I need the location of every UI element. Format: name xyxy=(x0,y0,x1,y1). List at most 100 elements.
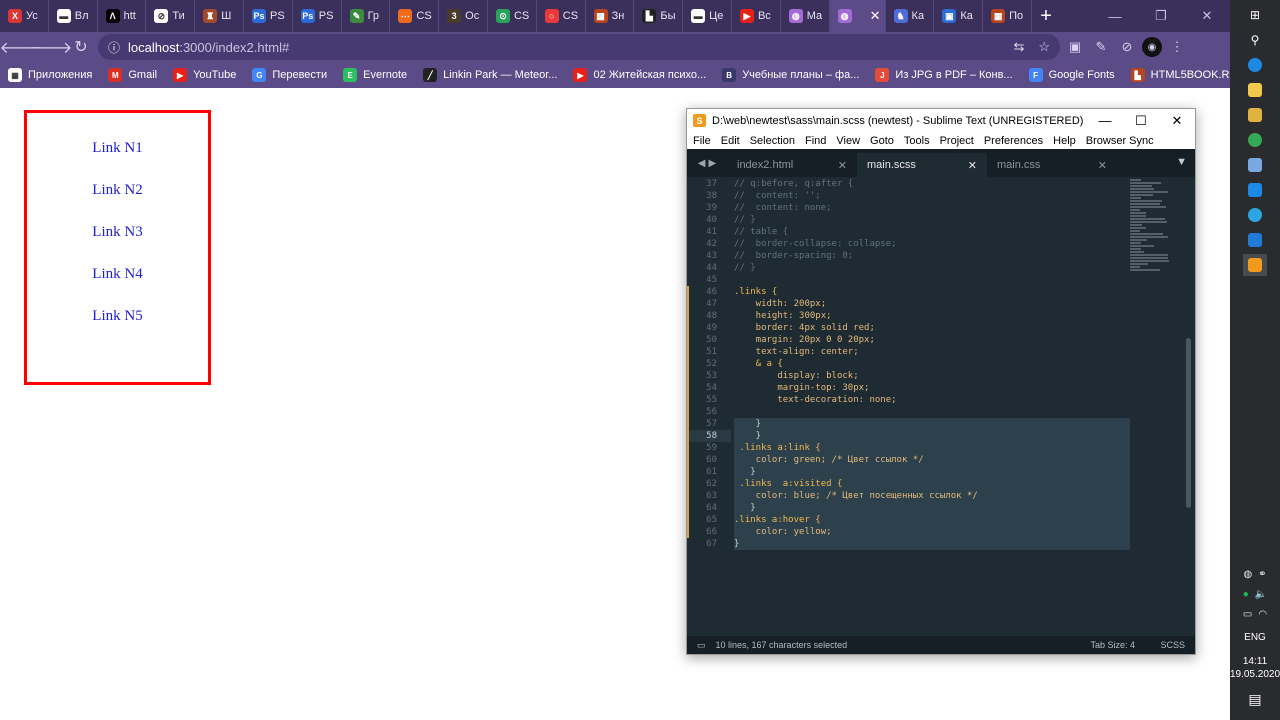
bookmark-item[interactable]: ╱ Linkin Park — Meteor... xyxy=(423,68,557,82)
browser-tab[interactable]: ▣ Ка xyxy=(934,0,983,32)
link-n4[interactable]: Link N4 xyxy=(27,266,208,283)
bookmark-item[interactable]: B Учебные планы – фа... xyxy=(722,68,859,82)
link-n3[interactable]: Link N3 xyxy=(27,224,208,241)
sublime-menu-item[interactable]: Tools xyxy=(904,135,930,147)
code-editor[interactable]: 37 38 39 40 41 42 43 44 45 46 47 48 49 50 51 52 53 54 55 56… xyxy=(687,178,1195,634)
tab-size-status[interactable]: Tab Size: 4 xyxy=(1090,640,1135,650)
bookmark-item[interactable]: M Gmail xyxy=(108,68,157,82)
sublime-menu-item[interactable]: Help xyxy=(1053,135,1076,147)
notifications-icon[interactable]: ▤ xyxy=(1248,691,1261,708)
browser-tab[interactable]: ♜ Ш xyxy=(195,0,244,32)
clock[interactable]: 14:11 19.05.2020 xyxy=(1230,655,1280,681)
sublime-menu-item[interactable]: Project xyxy=(940,135,974,147)
close-tab-icon[interactable]: ✕ xyxy=(870,8,881,24)
browser-tab[interactable]: Ps PS xyxy=(244,0,293,32)
extension-icon[interactable]: ▣ xyxy=(1064,36,1086,58)
search-icon[interactable]: ⚲ xyxy=(1243,29,1267,51)
close-tab-icon[interactable]: ✕ xyxy=(1098,159,1107,172)
bookmark-item[interactable]: ▶ 02 Житейская психо... xyxy=(573,68,706,82)
editor-scrollbar[interactable] xyxy=(1186,338,1191,508)
tab-scroll-arrows[interactable]: ◀ ▶ xyxy=(687,149,727,177)
blocked-extension-icon[interactable]: ⊘ xyxy=(1116,36,1138,58)
sublime-maximize-button[interactable]: ☐ xyxy=(1123,113,1159,129)
wifi-icon[interactable]: ◠ xyxy=(1258,609,1267,620)
vscode-icon[interactable] xyxy=(1243,229,1267,251)
bookmark-item[interactable]: ▦ Приложения xyxy=(8,68,92,82)
browser-tab[interactable]: ▙ Бы xyxy=(634,0,683,32)
close-tab-icon[interactable]: ✕ xyxy=(838,159,847,172)
sublime-menu-item[interactable]: Goto xyxy=(870,135,894,147)
bookmark-item[interactable]: F Google Fonts xyxy=(1029,68,1115,82)
close-tab-icon[interactable]: ✕ xyxy=(968,159,977,172)
battery-icon[interactable]: ▭ xyxy=(1243,609,1252,620)
bookmark-item[interactable]: J Из JPG в PDF – Конв... xyxy=(875,68,1012,82)
bookmark-star-icon[interactable]: ☆ xyxy=(1038,39,1050,55)
sublime-menu-item[interactable]: Find xyxy=(805,135,826,147)
windows-start-icon[interactable]: ⊞ xyxy=(1243,4,1267,26)
telegram-icon[interactable] xyxy=(1243,204,1267,226)
url-bar[interactable]: ⓘ localhost:3000/index2.html# ⇆ ☆ xyxy=(98,34,1060,60)
link-icon[interactable]: ⚭ xyxy=(1258,569,1266,580)
browser-tab[interactable]: ◍ Ма xyxy=(781,0,830,32)
sublime-close-button[interactable]: ✕ xyxy=(1159,113,1195,129)
close-window-button[interactable]: ✕ xyxy=(1184,0,1230,32)
new-tab-button[interactable]: + xyxy=(1032,0,1060,32)
tab-dropdown-icon[interactable]: ▼ xyxy=(1176,156,1187,168)
menu-kebab-icon[interactable]: ⋮ xyxy=(1166,36,1188,58)
spotify-icon[interactable]: ● xyxy=(1243,589,1249,600)
browser-tab[interactable]: ○ CS xyxy=(537,0,586,32)
forward-button[interactable]: 🡒 xyxy=(38,34,64,60)
panel-toggle-icon[interactable]: ▭ xyxy=(697,640,706,651)
bookmark-item[interactable]: ▶ YouTube xyxy=(173,68,236,82)
link-n1[interactable]: Link N1 xyxy=(27,140,208,157)
code-area[interactable]: // q:before, q:after {// content: ''; // … xyxy=(734,178,1130,634)
browser-tab[interactable]: ▦ Зн xyxy=(586,0,635,32)
edge-icon[interactable] xyxy=(1243,54,1267,76)
info-icon[interactable]: ⓘ xyxy=(108,39,120,56)
store-icon[interactable] xyxy=(1243,79,1267,101)
reload-button[interactable]: ↻ xyxy=(68,34,94,60)
sublime-menu-item[interactable]: Browser Sync xyxy=(1086,135,1154,147)
chrome-icon[interactable] xyxy=(1243,129,1267,151)
browser-tab[interactable]: ◍ ✕ xyxy=(830,0,886,32)
sublime-minimize-button[interactable]: — xyxy=(1087,113,1123,129)
sublime-menu-item[interactable]: View xyxy=(836,135,860,147)
translate-icon[interactable]: ⇆ xyxy=(1013,39,1024,55)
volume-icon[interactable]: 🔈 xyxy=(1255,589,1267,600)
browser-tab[interactable]: ♞ Ка xyxy=(886,0,935,32)
tab-main-scss[interactable]: main.scss ✕ xyxy=(857,153,987,177)
sublime-menu-item[interactable]: Edit xyxy=(721,135,740,147)
profile-avatar[interactable]: ◉ xyxy=(1142,37,1162,57)
browser-tab[interactable]: ⊘ Ти xyxy=(146,0,195,32)
browser-tab[interactable]: ▶ Вс xyxy=(732,0,781,32)
browser-tab[interactable]: ⋯ CS xyxy=(390,0,439,32)
browser-tab[interactable]: ▬ Вл xyxy=(49,0,98,32)
syntax-status[interactable]: SCSS xyxy=(1145,640,1185,650)
bookmark-item[interactable]: G Перевести xyxy=(252,68,327,82)
sublime-menu-item[interactable]: Selection xyxy=(750,135,795,147)
link-n2[interactable]: Link N2 xyxy=(27,182,208,199)
file-explorer-icon[interactable] xyxy=(1243,104,1267,126)
feather-extension-icon[interactable]: ✎ xyxy=(1090,36,1112,58)
sublime-menu-item[interactable]: Preferences xyxy=(984,135,1043,147)
browser-tab[interactable]: Λhtt xyxy=(98,0,147,32)
sublime-taskbar-icon[interactable] xyxy=(1243,254,1267,276)
maximize-button[interactable]: ❐ xyxy=(1138,0,1184,32)
tab-index2-html[interactable]: index2.html ✕ xyxy=(727,153,857,177)
minimize-button[interactable]: — xyxy=(1092,0,1138,32)
link-n5[interactable]: Link N5 xyxy=(27,308,208,325)
sublime-menu-item[interactable]: File xyxy=(693,135,711,147)
browser-tab[interactable]: ✎ Гр xyxy=(342,0,391,32)
browser-tab[interactable]: Ps PS xyxy=(293,0,342,32)
tab-main-css[interactable]: main.css ✕ xyxy=(987,153,1117,177)
network-globe-icon[interactable]: ◍ xyxy=(1243,569,1252,580)
browser-tab[interactable]: ▬ Це xyxy=(683,0,732,32)
browser-tab[interactable]: ⊙ CS xyxy=(488,0,537,32)
browser-tab[interactable]: ▦ По xyxy=(983,0,1032,32)
bookmark-item[interactable]: E Evernote xyxy=(343,68,407,82)
browser-tab[interactable]: X Ус xyxy=(0,0,49,32)
photos-icon[interactable] xyxy=(1243,154,1267,176)
mail-icon[interactable] xyxy=(1243,179,1267,201)
minimap[interactable] xyxy=(1130,178,1186,288)
input-language[interactable]: ENG xyxy=(1244,632,1266,643)
